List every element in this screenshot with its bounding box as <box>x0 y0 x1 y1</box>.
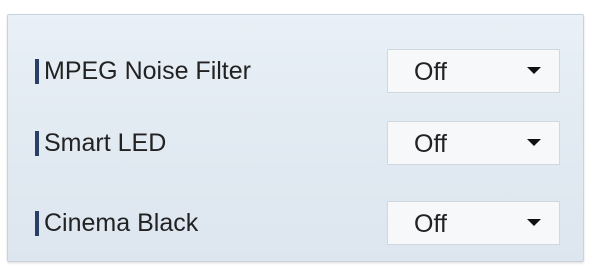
smart-led-select[interactable]: Off <box>387 121 560 165</box>
select-value: Off <box>414 58 447 86</box>
setting-row-cinema-black: Cinema Black Off <box>8 201 583 245</box>
bar-marker-icon <box>35 59 39 84</box>
settings-panel: MPEG Noise Filter Off Smart LED Off Cine… <box>7 14 584 262</box>
cinema-black-select[interactable]: Off <box>387 201 560 245</box>
setting-row-smart-led: Smart LED Off <box>8 121 583 165</box>
setting-label: Smart LED <box>44 129 167 157</box>
chevron-down-icon[interactable] <box>527 67 541 74</box>
setting-row-mpeg-noise-filter: MPEG Noise Filter Off <box>8 49 583 93</box>
setting-label: MPEG Noise Filter <box>44 57 251 85</box>
mpeg-noise-filter-select[interactable]: Off <box>387 49 560 93</box>
chevron-down-icon[interactable] <box>527 139 541 146</box>
chevron-down-icon[interactable] <box>527 219 541 226</box>
setting-label: Cinema Black <box>44 209 199 237</box>
bar-marker-icon <box>35 131 39 156</box>
select-value: Off <box>414 210 447 238</box>
bar-marker-icon <box>35 211 39 236</box>
select-value: Off <box>414 130 447 158</box>
